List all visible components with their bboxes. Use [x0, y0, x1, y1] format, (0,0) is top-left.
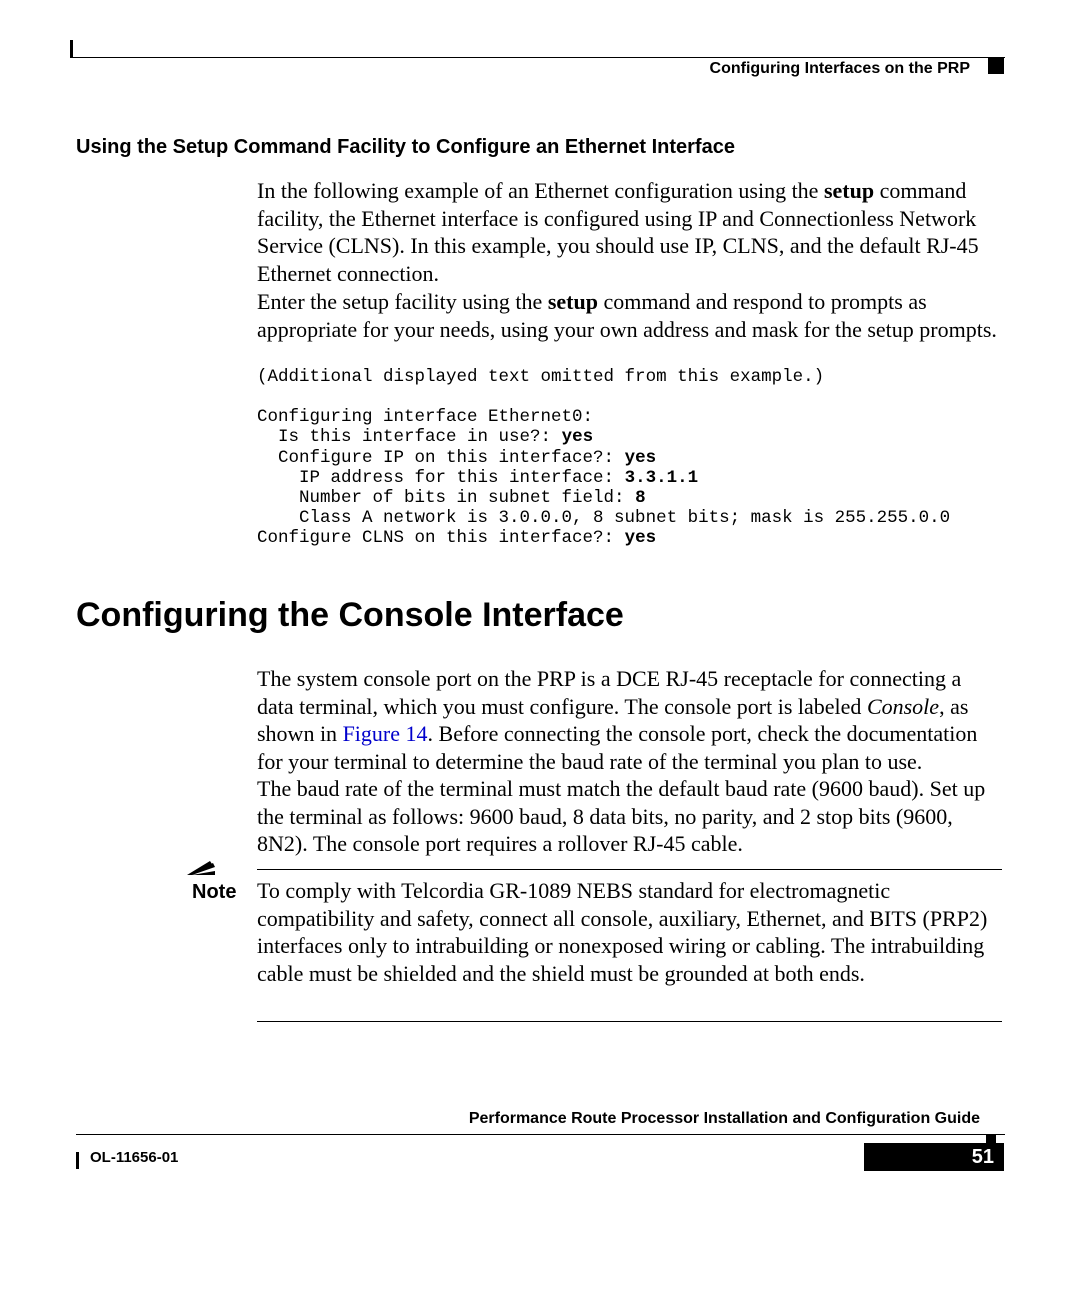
command-setup-1: setup	[824, 178, 874, 203]
footer-doc-id: OL-11656-01	[90, 1149, 178, 1166]
code-line: Is this interface in use?:	[257, 427, 562, 447]
note-icon	[187, 858, 217, 876]
footer-guide-title: Performance Route Processor Installation…	[469, 1110, 980, 1128]
footer-tick	[76, 1152, 79, 1169]
code-bold: yes	[625, 448, 657, 468]
para-console-1: The system console port on the PRP is a …	[257, 665, 1002, 775]
code-line: Class A network is 3.0.0.0, 8 subnet bit…	[257, 508, 950, 528]
footer-rule	[76, 1134, 1005, 1135]
note-rule-top	[257, 869, 1002, 870]
page: Configuring Interfaces on the PRP Using …	[0, 0, 1080, 1311]
para-console-2: The baud rate of the terminal must match…	[257, 775, 1002, 858]
page-number: 51	[864, 1143, 1004, 1171]
header-square-marker	[988, 58, 1004, 74]
note-rule-bottom	[257, 1021, 1002, 1022]
figure-link-14[interactable]: Figure 14	[343, 721, 428, 746]
code-bold: 3.3.1.1	[625, 468, 699, 488]
note-label: Note	[192, 881, 236, 904]
heading-console-interface: Configuring the Console Interface	[76, 596, 624, 635]
code-bold: 8	[635, 488, 646, 508]
code-line: Configure IP on this interface?:	[257, 448, 625, 468]
text: The system console port on the PRP is a …	[257, 666, 961, 719]
code-line: (Additional displayed text omitted from …	[257, 367, 824, 387]
running-header-title: Configuring Interfaces on the PRP	[710, 60, 970, 78]
code-line: Number of bits in subnet field:	[257, 488, 635, 508]
text: In the following example of an Ethernet …	[257, 178, 824, 203]
heading-setup-ethernet: Using the Setup Command Facility to Conf…	[76, 135, 735, 159]
code-line: Configuring interface Ethernet0:	[257, 407, 593, 427]
para-setup-eth-2: Enter the setup facility using the setup…	[257, 288, 1002, 343]
code-line: IP address for this interface:	[257, 468, 625, 488]
header-tick	[70, 40, 73, 57]
para-setup-eth-1: In the following example of an Ethernet …	[257, 177, 1002, 287]
command-setup-2: setup	[548, 289, 598, 314]
label-console-italic: Console	[867, 694, 939, 719]
text: Enter the setup facility using the	[257, 289, 548, 314]
note-body: To comply with Telcordia GR-1089 NEBS st…	[257, 877, 1002, 987]
header-rule	[70, 57, 1005, 58]
code-bold: yes	[625, 528, 657, 548]
code-bold: yes	[562, 427, 594, 447]
code-block-setup: (Additional displayed text omitted from …	[257, 367, 1002, 548]
code-line: Configure CLNS on this interface?:	[257, 528, 625, 548]
